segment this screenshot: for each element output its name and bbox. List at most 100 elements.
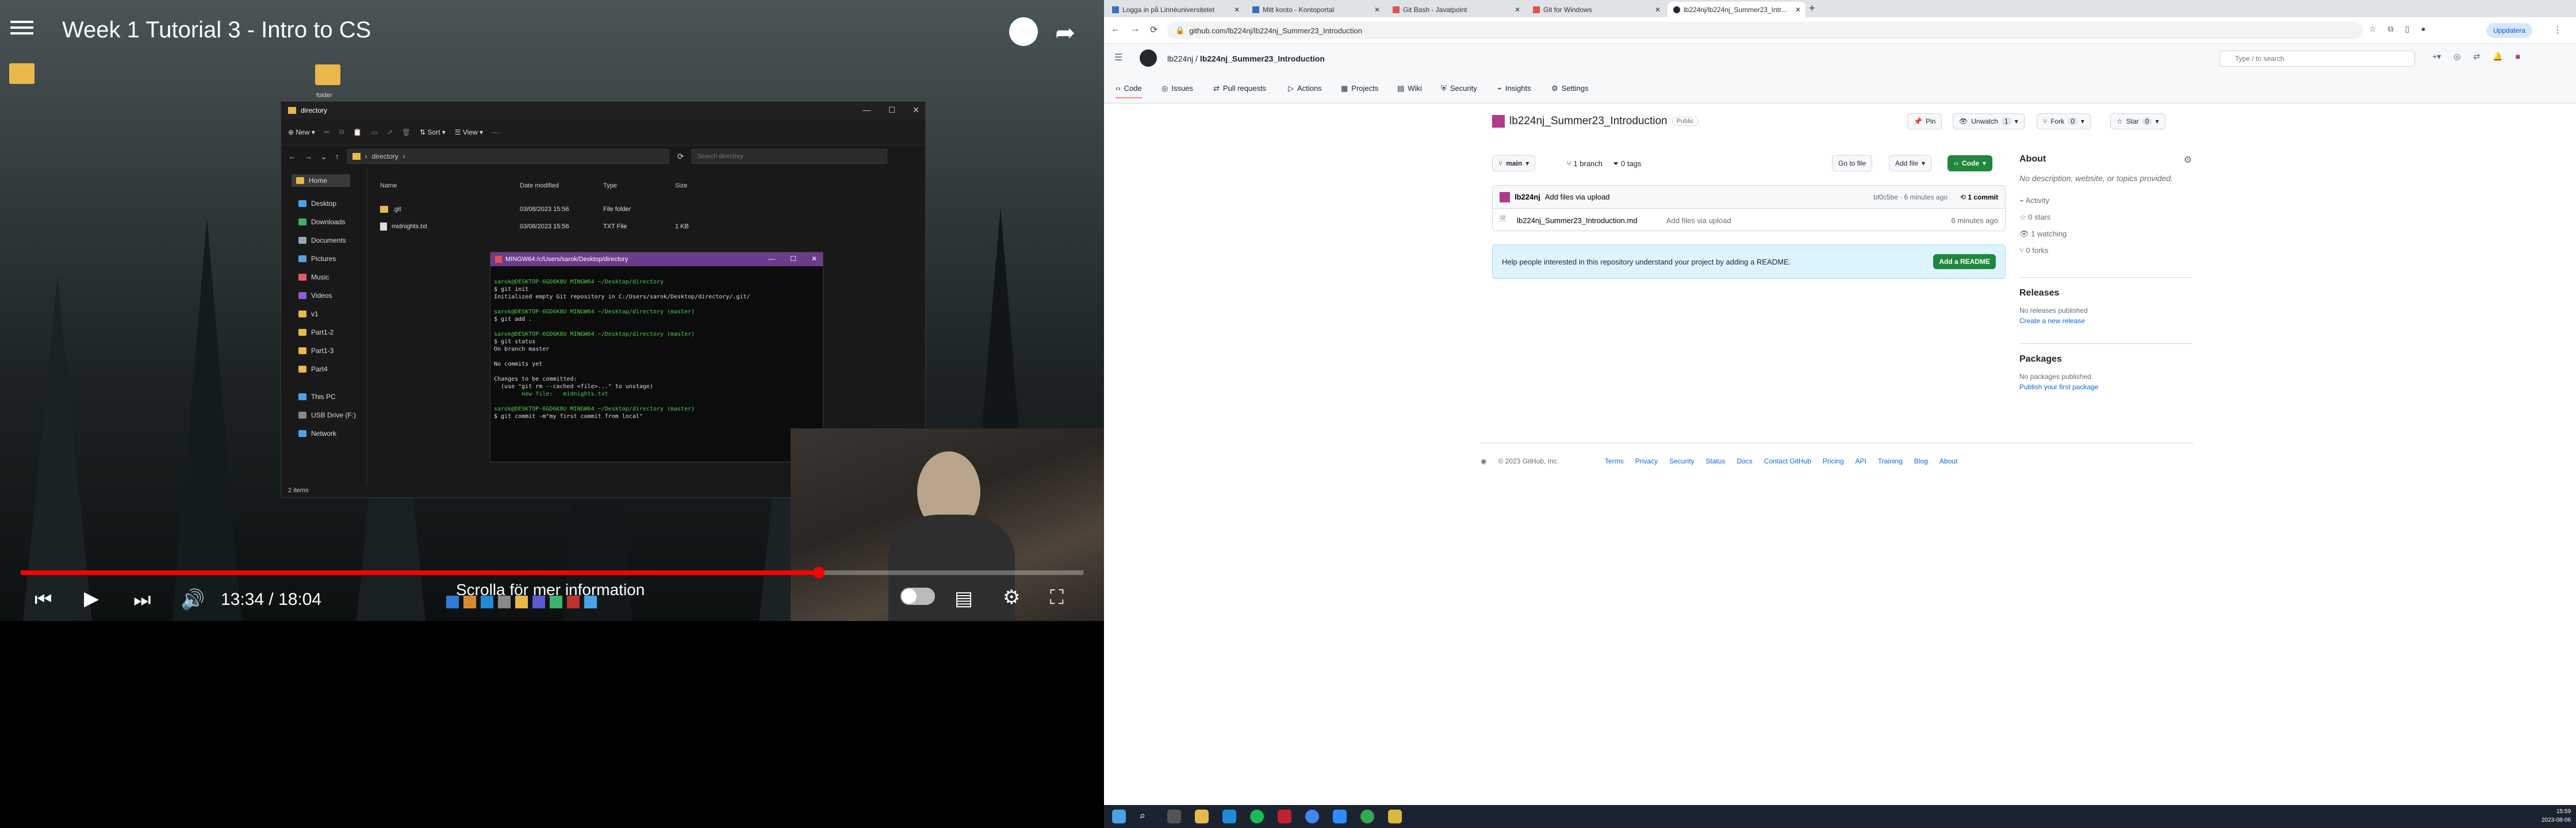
share-icon[interactable]: ➦ bbox=[1055, 18, 1075, 47]
releases-title[interactable]: Releases bbox=[2019, 288, 2192, 298]
cut-icon[interactable]: ✂ bbox=[324, 128, 330, 136]
back-icon[interactable]: ← bbox=[288, 152, 296, 161]
file-row[interactable]: .git 03/08/2023 15:56 File folder bbox=[373, 201, 730, 218]
column-size[interactable]: Size bbox=[675, 182, 721, 194]
pull-requests-icon[interactable]: ⇄ bbox=[2473, 52, 2480, 62]
video-player[interactable]: Week 1 Tutorial 3 - Intro to CS ➦ folder… bbox=[0, 0, 1104, 828]
clock[interactable]: 15:59 2023-08-06 bbox=[2542, 807, 2571, 825]
file-name[interactable]: lb224nj_Summer23_Introduction.md bbox=[1517, 216, 1666, 225]
hamburger-icon[interactable]: ☰ bbox=[1114, 52, 1122, 63]
star-button[interactable]: ☆ Star 0 ▾ bbox=[2110, 113, 2165, 129]
tab-git-for-windows[interactable]: Git for Windows ✕ bbox=[1527, 2, 1665, 17]
commit-author[interactable]: lb224nj bbox=[1515, 193, 1540, 201]
tab-github-repo[interactable]: lb224nj/lb224nj_Summer23_Intr... ✕ bbox=[1667, 2, 1805, 17]
reload-icon[interactable]: ⟳ bbox=[1150, 24, 1157, 36]
column-name[interactable]: Name bbox=[373, 182, 520, 194]
column-date[interactable]: Date modified bbox=[520, 182, 603, 194]
footer-link[interactable]: Status bbox=[1705, 457, 1725, 465]
nav-item-music[interactable]: Music bbox=[298, 273, 329, 281]
start-icon[interactable] bbox=[1112, 810, 1126, 823]
repo-name[interactable]: lb224nj_Summer23_Introduction bbox=[1509, 115, 1667, 128]
more-icon[interactable]: ··· bbox=[492, 128, 499, 136]
app-icon[interactable] bbox=[1278, 810, 1291, 823]
up-icon[interactable]: ↑ bbox=[335, 152, 339, 161]
fork-button[interactable]: ⑂ Fork 0 ▾ bbox=[2037, 113, 2091, 129]
owner-link[interactable]: lb224nj bbox=[1167, 54, 1193, 63]
close-icon[interactable]: ✕ bbox=[913, 105, 919, 115]
extensions-icon[interactable]: ⧉ bbox=[2388, 24, 2394, 34]
exit-fullscreen-icon[interactable]: ⛶ bbox=[1050, 588, 1064, 607]
sidebar-icon[interactable]: ▯ bbox=[2405, 24, 2410, 34]
branch-select[interactable]: ⑂ main ▾ bbox=[1492, 155, 1536, 171]
forward-icon[interactable]: → bbox=[304, 152, 312, 161]
rename-icon[interactable]: ▭ bbox=[371, 128, 377, 136]
volume-icon[interactable]: 🔊 bbox=[181, 590, 205, 610]
packages-title[interactable]: Packages bbox=[2019, 354, 2192, 365]
create-release-link[interactable]: Create a new release bbox=[2019, 317, 2192, 325]
footer-link[interactable]: About bbox=[1939, 457, 1957, 465]
tab-wiki[interactable]: ▤ Wiki bbox=[1397, 84, 1422, 93]
file-explorer-icon[interactable] bbox=[1195, 810, 1209, 823]
minimize-icon[interactable]: — bbox=[768, 255, 775, 263]
github-logo-icon[interactable] bbox=[1140, 49, 1157, 67]
spotify-icon[interactable] bbox=[1250, 810, 1264, 823]
nav-item-videos[interactable]: Videos bbox=[298, 292, 332, 300]
chrome-icon[interactable] bbox=[1305, 810, 1319, 823]
pin-button[interactable]: 📌 Pin bbox=[1907, 113, 1942, 129]
search-input[interactable] bbox=[2220, 51, 2415, 67]
view-button[interactable]: ☰ View ▾ bbox=[455, 128, 483, 136]
column-type[interactable]: Type bbox=[603, 182, 675, 194]
new-tab-button[interactable]: + bbox=[1809, 2, 1815, 14]
github-mark-icon[interactable]: ◉ bbox=[1481, 457, 1486, 465]
create-new-icon[interactable]: +▾ bbox=[2432, 52, 2441, 62]
code-button[interactable]: ‹› Code ▾ bbox=[1948, 155, 1993, 171]
unwatch-button[interactable]: 👁 Unwatch 1 ▾ bbox=[1953, 113, 2025, 129]
tab-kontoportal[interactable]: Mitt konto - Kontoportal ✕ bbox=[1247, 2, 1385, 17]
tab-pull-requests[interactable]: ⇄ Pull requests bbox=[1213, 84, 1266, 93]
store-icon[interactable] bbox=[1222, 810, 1236, 823]
terminal-output[interactable]: sarok@DESKTOP-6GD6K8U MINGW64 ~/Desktop/… bbox=[490, 279, 823, 463]
back-icon[interactable]: ← bbox=[1111, 24, 1120, 36]
menu-icon[interactable]: ⋮ bbox=[2553, 24, 2562, 36]
tab-actions[interactable]: ▷ Actions bbox=[1288, 84, 1322, 93]
new-button[interactable]: ⊕ New ▾ bbox=[288, 128, 315, 136]
zoom-icon[interactable] bbox=[1333, 810, 1347, 823]
nav-item-part4[interactable]: Part4 bbox=[298, 365, 328, 373]
activity-link[interactable]: ⌁ Activity bbox=[2019, 192, 2192, 209]
nav-item-this-pc[interactable]: This PC bbox=[298, 393, 336, 401]
forks-link[interactable]: ⑂ 0 forks bbox=[2019, 242, 2192, 259]
nav-item-desktop[interactable]: Desktop bbox=[298, 200, 336, 208]
profile-icon[interactable]: ● bbox=[2421, 24, 2425, 34]
tab-security[interactable]: ⛨ Security bbox=[1441, 84, 1477, 93]
nav-item-downloads[interactable]: Downloads bbox=[298, 218, 345, 226]
file-row[interactable]: midnights.txt 03/08/2023 15:56 TXT File … bbox=[373, 218, 730, 235]
nav-item-v1[interactable]: v1 bbox=[298, 310, 319, 318]
refresh-icon[interactable]: ⟳ bbox=[677, 152, 684, 162]
commit-message[interactable]: Add files via upload bbox=[1545, 193, 1610, 201]
stars-link[interactable]: ☆ 0 stars bbox=[2019, 209, 2192, 225]
issues-icon[interactable]: ◎ bbox=[2454, 52, 2460, 62]
address-field[interactable]: › directory › bbox=[347, 149, 669, 164]
nav-item-part1-3[interactable]: Part1-3 bbox=[298, 347, 334, 355]
avatar[interactable]: ■ bbox=[2516, 52, 2520, 62]
task-view-icon[interactable] bbox=[1167, 810, 1181, 823]
update-button[interactable]: Uppdatera bbox=[2486, 23, 2533, 38]
footer-link[interactable]: Privacy bbox=[1635, 457, 1658, 465]
footer-link[interactable]: Blog bbox=[1914, 457, 1928, 465]
paste-icon[interactable]: 📋 bbox=[353, 128, 362, 136]
tab-issues[interactable]: ◎ Issues bbox=[1162, 84, 1193, 93]
previous-icon[interactable]: ⏮ bbox=[34, 590, 52, 610]
footer-link[interactable]: Training bbox=[1878, 457, 1903, 465]
file-commit-message[interactable]: Add files via upload bbox=[1666, 216, 1731, 225]
maximize-icon[interactable]: ☐ bbox=[790, 255, 796, 263]
nav-item-pictures[interactable]: Pictures bbox=[298, 255, 336, 263]
chrome-profile-icon[interactable] bbox=[1360, 810, 1374, 823]
nav-item-home[interactable]: Home bbox=[292, 174, 351, 187]
commit-hash-time[interactable]: bf0c5be · 6 minutes ago bbox=[1873, 193, 1948, 201]
recent-icon[interactable]: ⌄ bbox=[320, 152, 327, 162]
go-to-file-button[interactable]: Go to file bbox=[1832, 155, 1873, 171]
settings-icon[interactable]: ⚙ bbox=[1003, 588, 1020, 607]
share-icon[interactable]: ↗ bbox=[387, 128, 393, 136]
footer-link[interactable]: API bbox=[1856, 457, 1866, 465]
nav-item-part1-2[interactable]: Part1-2 bbox=[298, 328, 334, 336]
